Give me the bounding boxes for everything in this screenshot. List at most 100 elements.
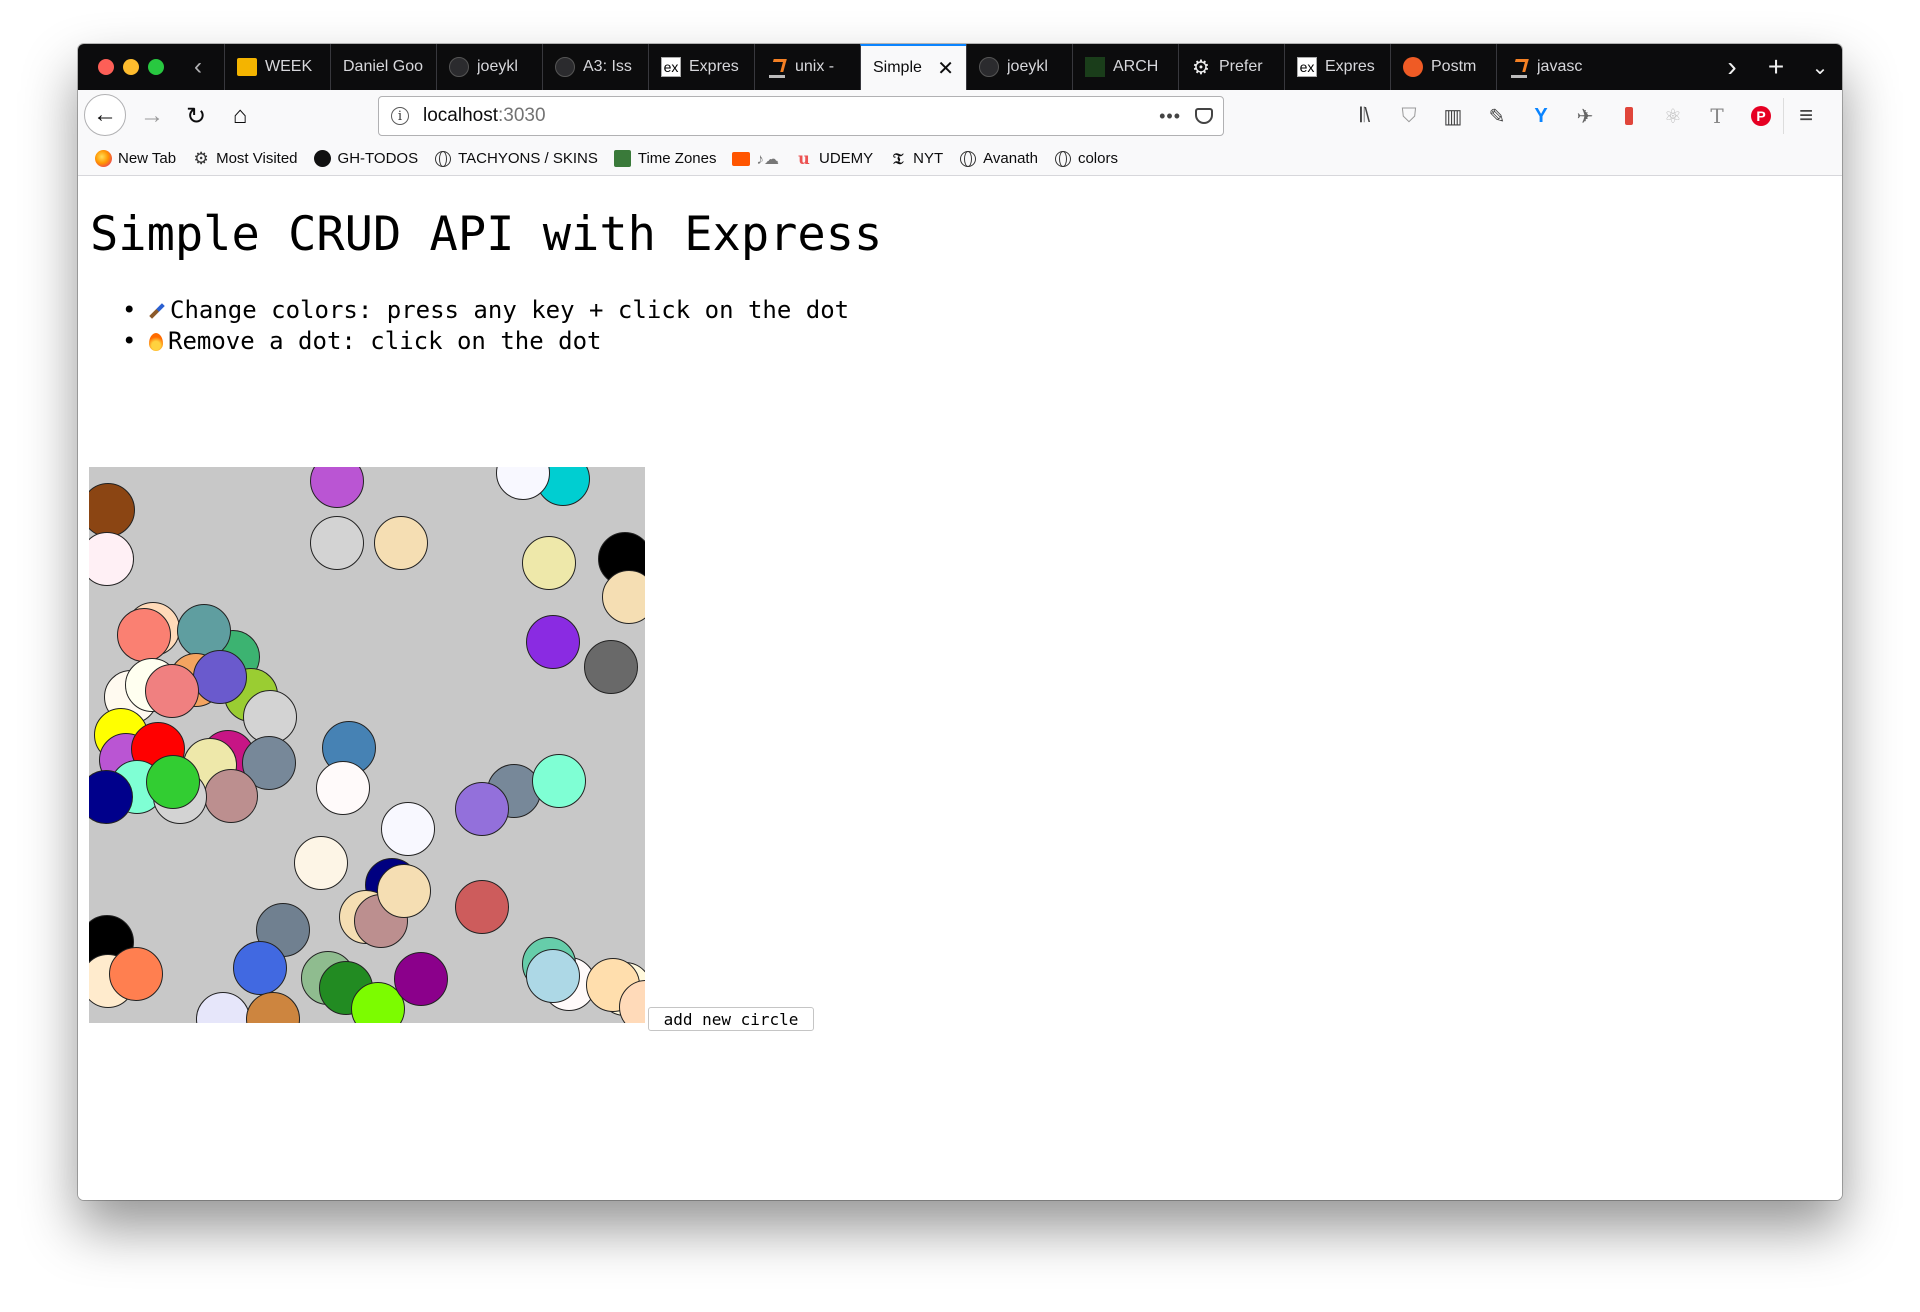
circle-dot[interactable] [196,992,250,1023]
tab-javascript[interactable]: javasc [1496,44,1602,90]
forward-arrow-icon[interactable]: → [134,98,170,134]
dots-canvas[interactable] [89,467,645,1023]
bookmark-tachyons[interactable]: TACHYONS / SKINS [434,150,598,168]
paintbrush-icon [149,303,165,319]
menu-hamburger-icon[interactable]: ≡ [1783,98,1828,134]
circle-dot[interactable] [294,836,348,890]
bookmark-new-tab[interactable]: New Tab [94,150,176,168]
postman-icon [1403,57,1423,77]
window-close-button[interactable] [98,59,114,75]
extension-red-icon[interactable] [1607,98,1651,134]
site-info-icon[interactable]: i [391,107,409,125]
tab-close-icon[interactable]: ✕ [937,56,954,81]
circle-dot[interactable] [233,941,287,995]
circle-dot[interactable] [117,608,171,662]
bookmark-gh-todos[interactable]: GH-TODOS [314,150,418,168]
library-icon[interactable]: 𝄃\ [1343,98,1387,134]
tab-arch[interactable]: ARCH [1072,44,1178,90]
tab-express-1[interactable]: ex Expres [648,44,754,90]
pinterest-icon[interactable]: P [1739,98,1783,134]
circle-dot[interactable] [584,640,638,694]
tab-express-2[interactable]: ex Expres [1284,44,1390,90]
tab-scroll-right-icon[interactable]: › [1710,44,1754,90]
page-content: Simple CRUD API with Express Change colo… [78,177,1842,1200]
circle-dot[interactable] [316,761,370,815]
tab-daniel[interactable]: Daniel Goo [330,44,436,90]
circle-dot[interactable] [602,570,645,624]
soundcloud-icon [732,150,751,168]
circle-dot[interactable] [455,880,509,934]
extension-y-icon[interactable]: Y [1519,98,1563,134]
github-icon [979,57,999,77]
browser-window: ‹ WEEK Daniel Goo joeykl A3: Iss ex Expre… [78,44,1842,1200]
arch-icon [1085,57,1105,77]
slides-icon [237,57,257,77]
instruction-item: Change colors: press any key + click on … [122,295,849,326]
home-icon[interactable]: ⌂ [222,98,258,134]
extension-react-icon[interactable]: ⚛ [1651,98,1695,134]
window-minimize-button[interactable] [123,59,139,75]
circle-dot[interactable] [310,516,364,570]
circle-dot[interactable] [526,615,580,669]
circle-dot[interactable] [89,483,135,537]
add-new-circle-button[interactable]: add new circle [648,1007,814,1031]
tab-scroll-left-icon[interactable]: ‹ [178,44,218,90]
new-tab-icon[interactable]: + [1754,44,1798,90]
bookmark-colors[interactable]: colors [1054,150,1118,168]
circle-dot[interactable] [532,754,586,808]
tab-simple-active[interactable]: Simple ✕ [860,44,966,90]
circle-dot[interactable] [374,516,428,570]
circle-dot[interactable] [193,650,247,704]
extension-bird-icon[interactable]: ✈ [1563,98,1607,134]
bookmarks-toolbar: New Tab ⚙ Most Visited GH-TODOS TACHYONS … [78,142,1842,176]
tab-preferences[interactable]: ⚙ Prefer [1178,44,1284,90]
bookmark-nyt[interactable]: 𝔗 NYT [889,148,943,168]
bookmark-udemy[interactable]: u UDEMY [795,149,873,168]
eyedropper-icon[interactable]: ✎ [1475,98,1519,134]
url-bar[interactable]: i localhost:3030 ••• [378,96,1224,136]
bookmark-most-visited[interactable]: ⚙ Most Visited [192,149,297,168]
tab-postman[interactable]: Postm [1390,44,1496,90]
sidebar-icon[interactable]: ▥ [1431,98,1475,134]
extension-text-icon[interactable]: T [1695,98,1739,134]
page-actions-ellipsis-icon[interactable]: ••• [1159,106,1181,127]
tab-joeykl-1[interactable]: joeykl [436,44,542,90]
circle-dot[interactable] [522,536,576,590]
circle-dot[interactable] [526,949,580,1003]
tabs: WEEK Daniel Goo joeykl A3: Iss ex Expres … [224,44,1602,90]
bookmark-time-zones[interactable]: Time Zones [614,150,716,168]
window-maximize-button[interactable] [148,59,164,75]
udemy-icon: u [798,149,810,168]
github-icon [314,150,332,168]
reload-icon[interactable]: ↻ [178,98,214,134]
bookmark-soundcloud[interactable]: ♪☁ [732,150,779,168]
circle-dot[interactable] [455,782,509,836]
list-all-tabs-chevron-down-icon[interactable]: ⌄ [1798,44,1842,90]
circle-dot[interactable] [246,992,300,1023]
circle-dot[interactable] [109,947,163,1001]
tab-week[interactable]: WEEK [224,44,330,90]
circle-dot[interactable] [310,467,364,508]
circle-dot[interactable] [394,952,448,1006]
back-arrow-icon[interactable]: ← [84,94,126,136]
shield-icon[interactable]: ⛉ [1387,98,1431,134]
bookmark-avanath[interactable]: Avanath [959,150,1038,168]
circle-dot[interactable] [146,755,200,809]
firefox-icon [94,150,112,168]
url-host: localhost [423,105,498,126]
tab-unix[interactable]: unix - [754,44,860,90]
toolbar-icons: 𝄃\ ⛉ ▥ ✎ Y ✈ ⚛ T P ≡ [1343,98,1828,134]
tab-a3-issues[interactable]: A3: Iss [542,44,648,90]
github-icon [449,57,469,77]
timezones-icon [614,150,632,168]
circle-dot[interactable] [381,802,435,856]
pocket-icon[interactable] [1195,108,1213,124]
nyt-icon: 𝔗 [892,148,904,168]
instruction-item: Remove a dot: click on the dot [122,326,849,357]
fire-icon [149,333,163,351]
tab-joeykl-2[interactable]: joeykl [966,44,1072,90]
circle-dot[interactable] [377,864,431,918]
circle-dot[interactable] [145,664,199,718]
circle-dot[interactable] [204,769,258,823]
circle-dot[interactable] [89,532,134,586]
